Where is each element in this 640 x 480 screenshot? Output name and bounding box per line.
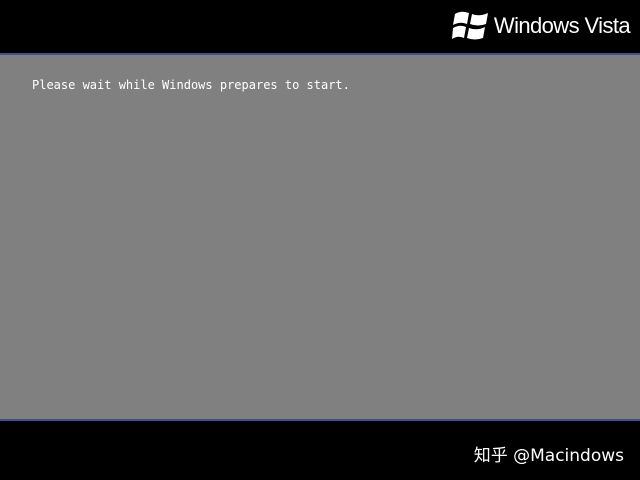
top-bar: Windows Vista: [0, 0, 640, 53]
watermark: 知乎 @Macindows: [473, 446, 624, 466]
boot-screen: Windows Vista Please wait while Windows …: [0, 0, 640, 480]
content-panel: Please wait while Windows prepares to st…: [0, 55, 640, 419]
brand-logo: Windows Vista: [451, 7, 631, 45]
status-message: Please wait while Windows prepares to st…: [32, 78, 350, 92]
windows-flag-icon: [451, 11, 488, 40]
brand-name: Windows Vista: [493, 13, 631, 38]
